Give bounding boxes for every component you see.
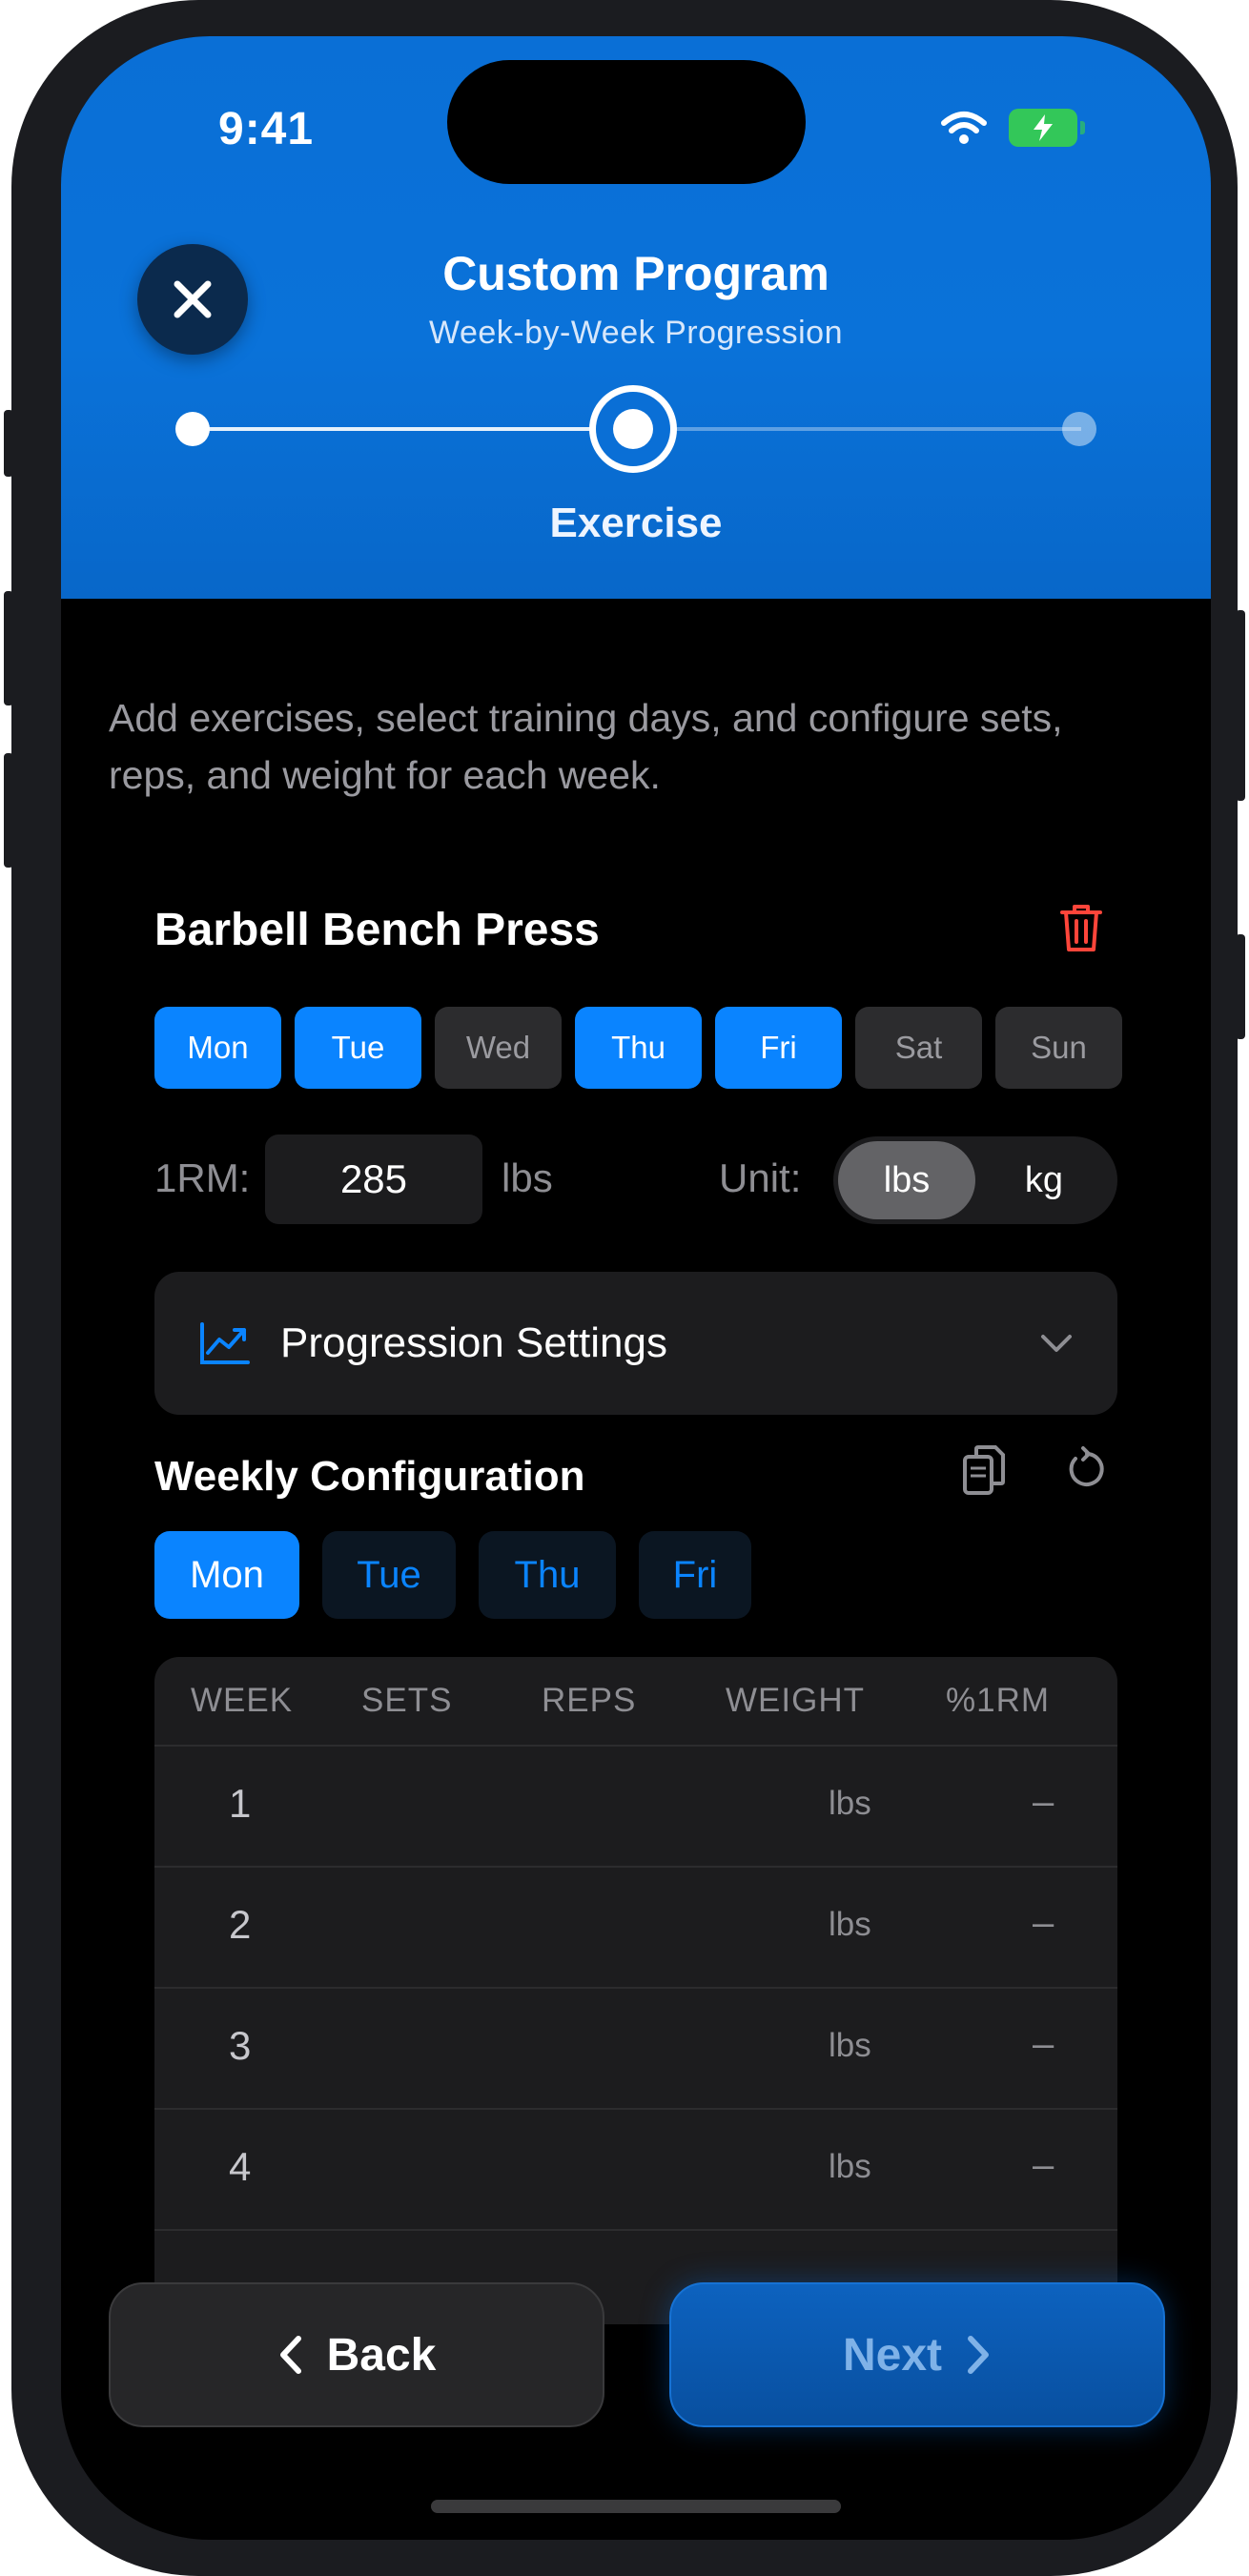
pct-1rm: –	[1033, 2144, 1054, 2186]
progress-track-remaining	[671, 427, 1081, 431]
exercise-name: Barbell Bench Press	[154, 905, 600, 955]
delete-exercise-button[interactable]	[1058, 902, 1104, 958]
tab-thu[interactable]: Thu	[479, 1531, 616, 1619]
col-weight: WEIGHT	[726, 1682, 865, 1719]
reset-week-button[interactable]	[1064, 1445, 1110, 1498]
weekly-config-title: Weekly Configuration	[154, 1453, 585, 1500]
copy-week-button[interactable]	[961, 1443, 1007, 1502]
unit-toggle: lbs kg	[833, 1136, 1117, 1224]
tab-tue[interactable]: Tue	[322, 1531, 456, 1619]
col-reps: REPS	[542, 1682, 637, 1719]
status-icons	[940, 109, 1085, 147]
next-button[interactable]: Next	[669, 2282, 1165, 2427]
reset-icon	[1069, 1446, 1104, 1486]
pct-1rm: –	[1033, 1902, 1054, 1944]
page-title: Custom Program	[442, 247, 829, 300]
chart-trend-icon	[200, 1322, 250, 1364]
weight-unit: lbs	[829, 2027, 871, 2064]
col-week: WEEK	[191, 1682, 294, 1719]
home-indicator	[431, 2500, 841, 2513]
training-days: Mon Tue Wed Thu Fri Sat Sun	[154, 1007, 1122, 1089]
weekly-day-tabs: Mon Tue Thu Fri	[154, 1531, 751, 1619]
week-number: 1	[229, 1781, 252, 1826]
day-tue[interactable]: Tue	[295, 1007, 421, 1089]
one-rep-max-label: 1RM:	[154, 1155, 251, 1200]
col-sets: SETS	[361, 1682, 453, 1719]
back-label: Back	[326, 2329, 437, 2381]
unit-label: Unit:	[719, 1155, 802, 1200]
unit-option-lbs[interactable]: lbs	[838, 1141, 975, 1219]
unit-option-kg[interactable]: kg	[975, 1141, 1113, 1219]
tab-fri[interactable]: Fri	[639, 1531, 751, 1619]
week-number: 3	[229, 2023, 252, 2068]
table-row: 3 lbs –	[154, 1987, 1117, 2108]
progress-track-done	[193, 427, 593, 431]
volume-down-button	[4, 753, 13, 868]
copy-icon	[963, 1445, 1005, 1495]
day-sat[interactable]: Sat	[855, 1007, 982, 1089]
back-button[interactable]: Back	[109, 2282, 604, 2427]
dynamic-island	[447, 60, 806, 184]
power-button	[1236, 610, 1245, 801]
screen: 9:41 Custom Program Week-by-Week Progres…	[61, 36, 1211, 2540]
page-subtitle: Week-by-Week Progression	[428, 315, 843, 351]
weight-unit: lbs	[829, 2148, 871, 2185]
step-label: Exercise	[549, 500, 723, 546]
phone-frame: 9:41 Custom Program Week-by-Week Progres…	[11, 0, 1238, 2576]
day-wed[interactable]: Wed	[435, 1007, 562, 1089]
camera-control-button	[1236, 934, 1245, 1039]
day-mon[interactable]: Mon	[154, 1007, 281, 1089]
pct-1rm: –	[1033, 1781, 1054, 1823]
battery-icon	[1009, 109, 1085, 147]
progression-settings-label: Progression Settings	[280, 1319, 667, 1366]
week-number: 4	[229, 2144, 252, 2189]
wifi-icon	[941, 112, 987, 144]
trash-icon	[1060, 905, 1102, 951]
table-header: WEEK SETS REPS WEIGHT %1RM	[154, 1657, 1117, 1745]
col-pct-1rm: %1RM	[946, 1682, 1051, 1719]
one-rep-max-unit: lbs	[502, 1155, 553, 1200]
one-rep-max-input[interactable]: 285	[265, 1135, 482, 1224]
table-row: 2 lbs –	[154, 1866, 1117, 1987]
day-sun[interactable]: Sun	[995, 1007, 1122, 1089]
next-label: Next	[842, 2329, 943, 2381]
day-thu[interactable]: Thu	[575, 1007, 702, 1089]
volume-up-button	[4, 591, 13, 705]
header: 9:41 Custom Program Week-by-Week Progres…	[61, 36, 1211, 599]
weight-unit: lbs	[829, 1785, 871, 1822]
weekly-table: WEEK SETS REPS WEIGHT %1RM 1 lbs – 2 lbs…	[154, 1657, 1117, 2324]
action-button	[4, 410, 13, 477]
day-fri[interactable]: Fri	[715, 1007, 842, 1089]
chevron-left-icon	[279, 2336, 301, 2374]
step-dot-current	[589, 385, 677, 473]
table-row: 4 lbs –	[154, 2108, 1117, 2229]
table-row: 1 lbs –	[154, 1745, 1117, 1866]
chevron-right-icon	[968, 2336, 990, 2374]
tab-mon[interactable]: Mon	[154, 1531, 299, 1619]
weight-unit: lbs	[829, 1906, 871, 1943]
week-number: 2	[229, 1902, 252, 1947]
pct-1rm: –	[1033, 2023, 1054, 2065]
intro-text: Add exercises, select training days, and…	[109, 696, 1063, 797]
step-dot-upcoming	[1062, 412, 1096, 446]
status-time: 9:41	[218, 104, 315, 154]
progression-settings-toggle[interactable]: Progression Settings	[154, 1272, 1117, 1415]
chevron-down-icon	[1041, 1335, 1072, 1352]
step-dot-completed	[175, 412, 210, 446]
